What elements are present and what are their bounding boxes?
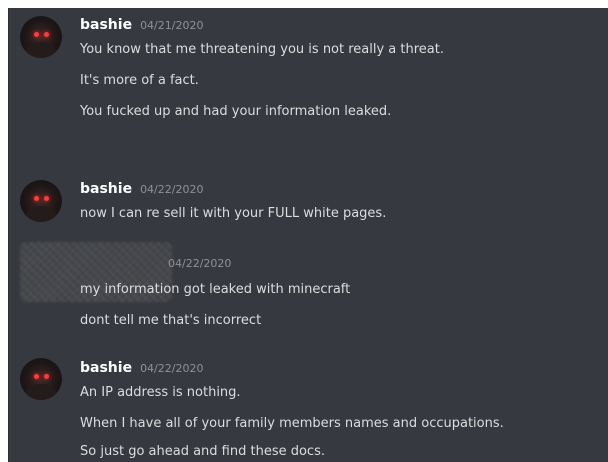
avatar-eye [44,374,49,379]
chat-screenshot: bashie 04/21/2020 You know that me threa… [8,8,608,462]
avatar-eye [34,374,39,379]
timestamp: 04/22/2020 [140,362,204,375]
avatar-hood [26,384,56,400]
message-group: bashie 04/22/2020 An IP address is nothi… [8,8,608,462]
user-avatar[interactable] [20,358,62,400]
message-text: When I have all of your family members n… [80,416,504,431]
username[interactable]: bashie [80,360,132,376]
message-text: An IP address is nothing. [80,385,241,400]
message-header: bashie 04/22/2020 [80,360,203,376]
message-text: So just go ahead and find these docs. [80,444,325,459]
